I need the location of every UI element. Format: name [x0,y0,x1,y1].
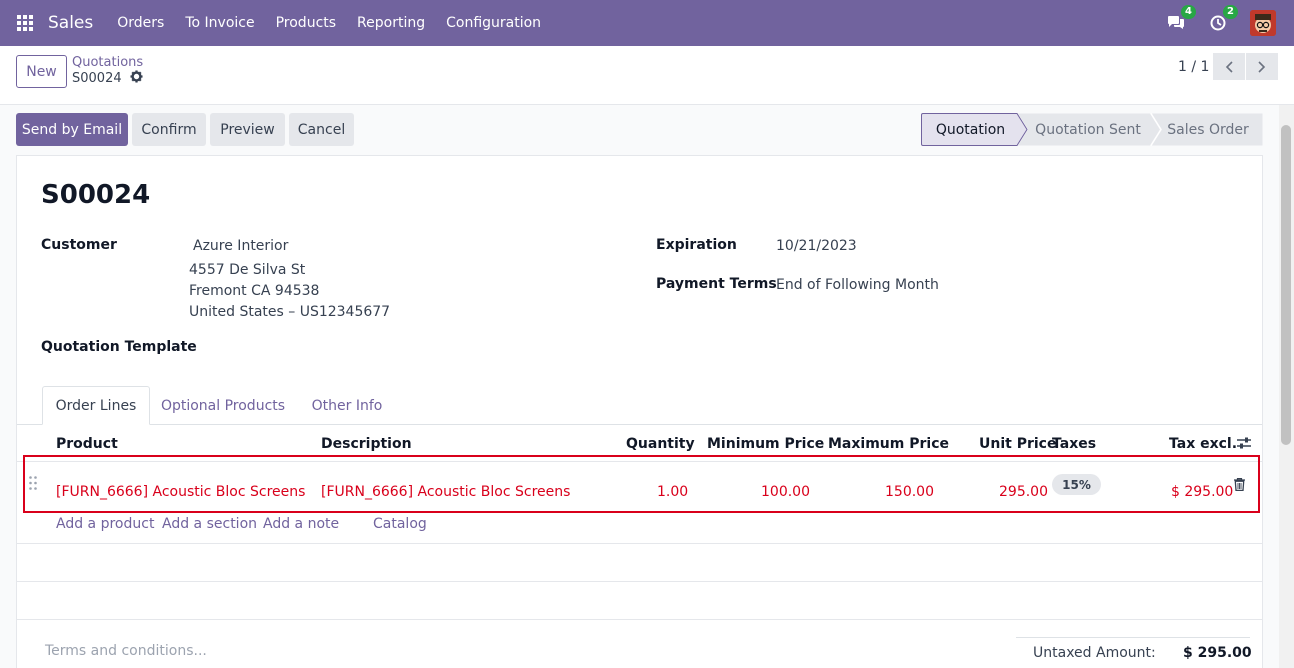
catalog-link[interactable]: Catalog [373,516,427,532]
customer-field[interactable]: Azure Interior [193,238,288,254]
column-header-product[interactable]: Product [56,436,118,452]
table-divider-1 [17,543,1262,544]
row-description[interactable]: [FURN_6666] Acoustic Bloc Screens [321,484,570,500]
scrollbar-thumb[interactable] [1281,125,1291,445]
add-section-link[interactable]: Add a section [162,516,257,532]
column-header-unit-price[interactable]: Unit Price [979,436,1056,452]
column-header-minimum-price[interactable]: Minimum Price [707,436,824,452]
row-subtotal: $ 295.00 [1171,484,1234,500]
column-header-description[interactable]: Description [321,436,412,452]
menu-reporting[interactable]: Reporting [357,15,425,31]
control-panel: New Quotations S00024 1 / 1 [0,46,1294,105]
stage-quotation[interactable]: Quotation [922,113,1019,146]
user-avatar[interactable] [1250,10,1276,36]
untaxed-amount-value: $ 295.00 [1183,645,1252,661]
optional-columns-icon[interactable] [1237,437,1251,453]
preview-button[interactable]: Preview [210,113,285,146]
stage-quotation-sent[interactable]: Quotation Sent [1028,113,1148,146]
table-divider-3 [17,619,1262,620]
apps-menu-icon[interactable] [2,0,48,46]
menu-orders[interactable]: Orders [117,15,164,31]
column-header-taxes[interactable]: Taxes [1052,436,1096,452]
confirm-button[interactable]: Confirm [132,113,206,146]
terms-and-conditions-field[interactable]: Terms and conditions... [45,643,207,659]
pager-next-button[interactable] [1246,53,1278,80]
drag-handle-icon[interactable] [29,476,37,494]
page-scrollbar[interactable] [1279,105,1294,668]
expiration-field[interactable]: 10/21/2023 [776,238,857,254]
chevron-right-icon [1258,60,1266,73]
messages-icon[interactable]: 4 [1166,5,1196,33]
activities-clock-icon[interactable]: 2 [1208,5,1238,33]
gear-icon[interactable] [130,70,143,87]
customer-address-line-1: 4557 De Silva St [189,262,306,278]
trash-icon[interactable] [1234,478,1245,495]
messages-badge: 4 [1181,5,1196,19]
chevron-left-icon [1225,60,1233,73]
form-tabs: Order Lines Optional Products Other Info [17,386,1262,425]
menu-configuration[interactable]: Configuration [446,15,541,31]
customer-address-line-2: Fremont CA 94538 [189,283,320,299]
tab-other-info[interactable]: Other Info [301,386,393,425]
quotation-template-label: Quotation Template [41,339,197,355]
column-header-tax-excl[interactable]: Tax excl. [1169,436,1237,452]
row-minimum-price[interactable]: 100.00 [761,484,810,500]
add-note-link[interactable]: Add a note [263,516,339,532]
payment-terms-label: Payment Terms [656,276,777,292]
status-bar: Send by Email Confirm Preview Cancel Quo… [0,105,1294,155]
add-product-link[interactable]: Add a product [56,516,154,532]
tab-order-lines[interactable]: Order Lines [42,386,150,425]
app-name[interactable]: Sales [48,13,93,33]
row-quantity[interactable]: 1.00 [657,484,688,500]
pager-previous-button[interactable] [1213,53,1245,80]
menu-products[interactable]: Products [276,15,336,31]
table-divider-2 [17,581,1262,582]
send-by-email-button[interactable]: Send by Email [16,113,128,146]
expiration-label: Expiration [656,237,737,253]
activities-badge: 2 [1223,5,1238,19]
totals-divider [1016,637,1250,638]
tab-optional-products[interactable]: Optional Products [155,386,291,425]
breadcrumb-quotations[interactable]: Quotations [72,55,143,70]
new-button[interactable]: New [16,55,67,88]
pager-value[interactable]: 1 / 1 [1178,59,1209,75]
record-title: S00024 [41,180,151,210]
untaxed-amount-label: Untaxed Amount: [1033,645,1156,661]
top-navbar: Sales Orders To Invoice Products Reporti… [0,0,1294,46]
form-sheet: S00024 Customer Azure Interior 4557 De S… [16,155,1263,668]
breadcrumb-current: S00024 [72,70,143,87]
stage-sales-order[interactable]: Sales Order [1158,113,1258,146]
payment-terms-field[interactable]: End of Following Month [776,277,939,293]
row-product[interactable]: [FURN_6666] Acoustic Bloc Screens [56,484,305,500]
cancel-button[interactable]: Cancel [289,113,354,146]
column-header-maximum-price[interactable]: Maximum Price [828,436,949,452]
column-header-quantity[interactable]: Quantity [626,436,695,452]
row-maximum-price[interactable]: 150.00 [885,484,934,500]
customer-address-line-3: United States – US12345677 [189,304,391,320]
breadcrumb-current-label: S00024 [72,71,122,86]
menu-to-invoice[interactable]: To Invoice [185,15,254,31]
customer-label: Customer [41,237,117,253]
row-unit-price[interactable]: 295.00 [999,484,1048,500]
tax-badge[interactable]: 15% [1052,474,1101,495]
